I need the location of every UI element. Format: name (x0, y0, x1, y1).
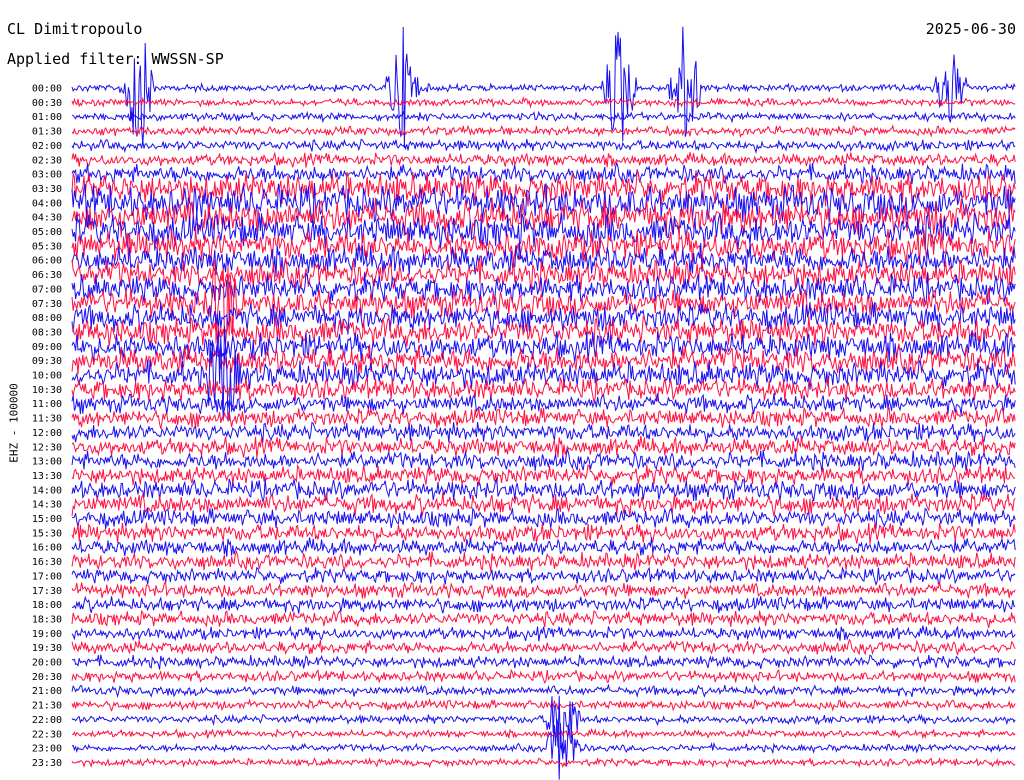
row-time-label: 05:00 (32, 227, 62, 238)
trace-row (71, 595, 1016, 614)
row-time-label: 23:30 (32, 758, 62, 769)
row-time-label: 12:00 (32, 428, 62, 439)
trace-row (71, 96, 1016, 109)
trace-row (71, 537, 1016, 557)
row-time-label: 06:00 (32, 256, 62, 267)
row-time-label: 11:30 (32, 414, 62, 425)
row-time-label: 09:30 (32, 356, 62, 367)
row-time-label: 00:30 (32, 98, 62, 109)
trace-row (71, 522, 1016, 545)
trace-row (71, 609, 1016, 629)
trace-row (71, 756, 1016, 769)
row-time-label: 02:30 (32, 155, 62, 166)
trace-row (71, 580, 1016, 601)
trace-row (71, 654, 1016, 670)
trace-row (71, 160, 1016, 186)
row-time-label: 16:30 (32, 557, 62, 568)
row-time-label: 23:00 (32, 744, 62, 755)
row-time-label: 21:00 (32, 686, 62, 697)
row-time-label: 02:00 (32, 141, 62, 152)
trace-row (71, 565, 1016, 587)
trace-row (71, 271, 1016, 306)
row-time-label: 16:00 (32, 543, 62, 554)
trace-row (71, 727, 1016, 740)
row-time-label: 01:00 (32, 112, 62, 123)
trace-row (71, 718, 1016, 780)
row-time-label: 17:30 (32, 586, 62, 597)
row-time-label: 09:00 (32, 342, 62, 353)
row-time-label: 19:30 (32, 643, 62, 654)
row-time-label: 06:30 (32, 270, 62, 281)
row-time-label: 01:30 (32, 127, 62, 138)
row-time-label: 10:00 (32, 371, 62, 382)
row-time-label: 14:30 (32, 500, 62, 511)
trace-row (71, 26, 1016, 149)
row-time-label: 00:00 (32, 84, 62, 95)
trace-row (71, 330, 1016, 364)
row-time-label: 22:00 (32, 715, 62, 726)
row-time-label: 08:30 (32, 327, 62, 338)
row-time-label: 07:00 (32, 284, 62, 295)
row-time-label: 21:30 (32, 701, 62, 712)
trace-row (71, 124, 1016, 138)
row-time-label: 13:00 (32, 457, 62, 468)
row-time-label: 15:00 (32, 514, 62, 525)
row-time-label: 11:00 (32, 399, 62, 410)
trace-row (71, 182, 1016, 224)
row-time-label: 15:30 (32, 528, 62, 539)
row-time-label: 04:30 (32, 213, 62, 224)
trace-row (71, 421, 1016, 444)
row-time-label: 05:30 (32, 241, 62, 252)
trace-row (71, 463, 1016, 487)
row-time-label: 18:00 (32, 600, 62, 611)
trace-row (71, 110, 1016, 124)
row-time-label: 03:30 (32, 184, 62, 195)
row-time-label: 10:30 (32, 385, 62, 396)
trace-row (71, 507, 1016, 530)
row-time-label: 13:30 (32, 471, 62, 482)
trace-row (71, 477, 1016, 502)
trace-row (71, 492, 1016, 517)
row-time-label: 22:30 (32, 729, 62, 740)
trace-row (71, 683, 1016, 699)
row-time-label: 07:30 (32, 299, 62, 310)
trace-row (71, 638, 1016, 656)
row-time-label: 20:00 (32, 658, 62, 669)
trace-row (71, 549, 1016, 572)
trace-row (71, 152, 1016, 168)
row-time-label: 20:30 (32, 672, 62, 683)
row-time-label: 03:00 (32, 170, 62, 181)
trace-row (71, 625, 1016, 642)
seismogram-plot: 00:00 00:30 01:00 01:30 02:00 02:30 03:00 03:30… (32, 26, 1016, 780)
trace-row (71, 138, 1016, 154)
row-time-label: 17:00 (32, 571, 62, 582)
trace-row (71, 697, 1016, 712)
row-time-label: 14:00 (32, 485, 62, 496)
trace-row (71, 668, 1016, 684)
trace-row (71, 435, 1016, 458)
row-time-label: 19:00 (32, 629, 62, 640)
row-time-label: 04:00 (32, 198, 62, 209)
row-time-label: 08:00 (32, 313, 62, 324)
row-time-label: 18:30 (32, 614, 62, 625)
row-time-label: 12:30 (32, 442, 62, 453)
